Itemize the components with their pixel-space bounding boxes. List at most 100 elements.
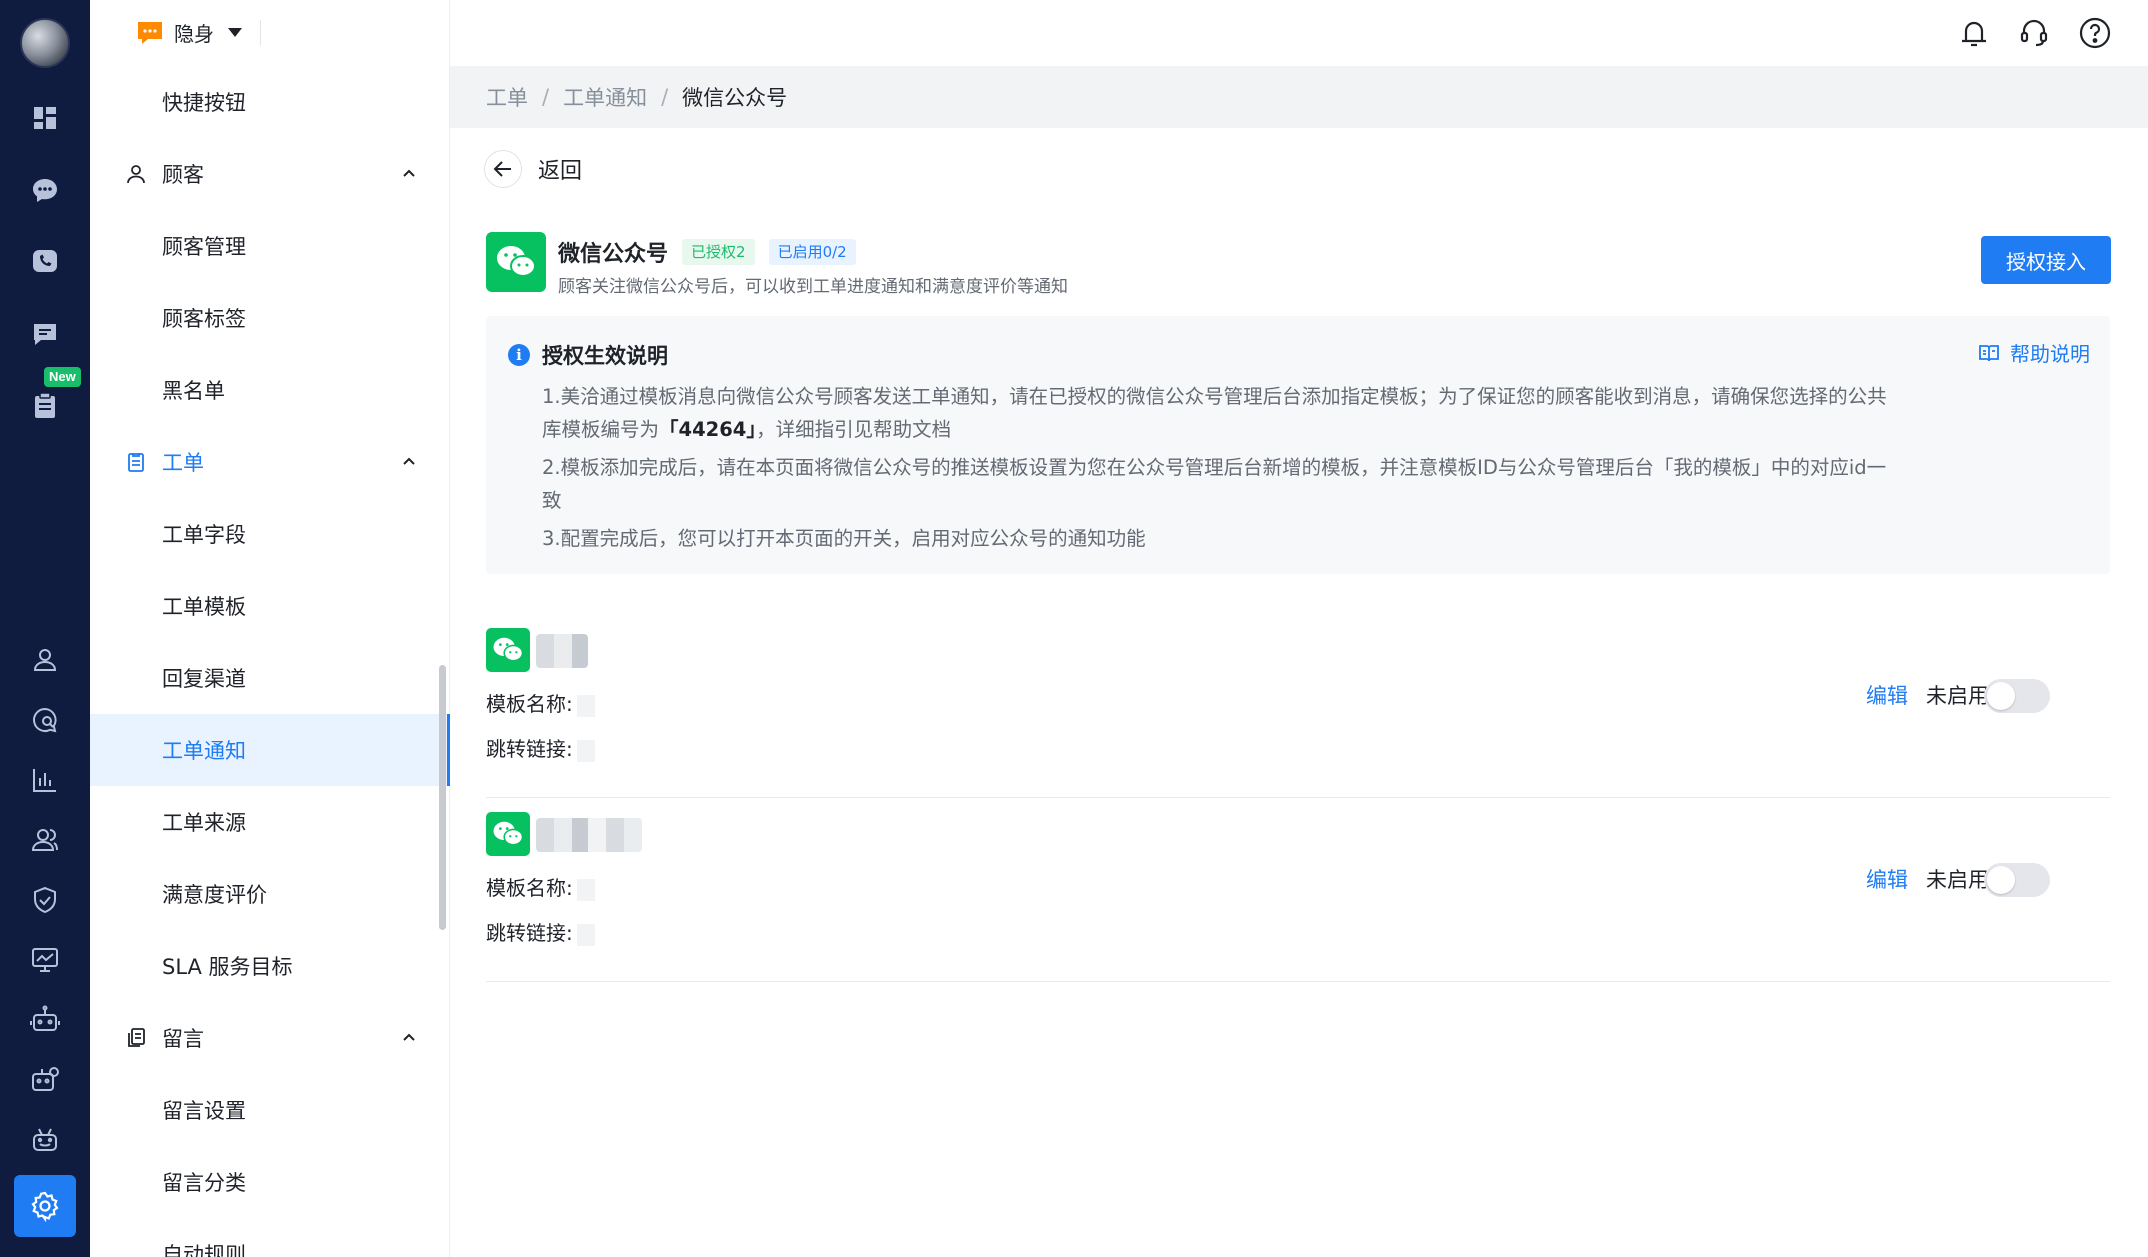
toggle-knob bbox=[1987, 682, 2015, 710]
sidebar-group-messages[interactable]: 留言 bbox=[90, 1002, 450, 1074]
robot-face-icon[interactable] bbox=[25, 1120, 65, 1160]
headset-icon[interactable] bbox=[2015, 14, 2053, 52]
edit-button[interactable]: 编辑 bbox=[1866, 680, 1908, 710]
sidebar-item-label: 满意度评价 bbox=[162, 883, 267, 907]
notice-line-3: 3.配置完成后，您可以打开本页面的开关，启用对应公众号的通知功能 bbox=[542, 527, 1146, 550]
app-description: 顾客关注微信公众号后，可以收到工单进度通知和满意度评价等通知 bbox=[558, 277, 1068, 297]
chevron-up-icon bbox=[403, 457, 415, 465]
back-label: 返回 bbox=[538, 159, 583, 184]
dashboard-icon[interactable] bbox=[25, 98, 65, 138]
top-bar bbox=[450, 0, 2148, 66]
info-icon: i bbox=[508, 344, 530, 366]
breadcrumb-separator: / bbox=[542, 85, 550, 109]
sidebar-item-label: 留言分类 bbox=[162, 1171, 246, 1195]
robot-icon[interactable] bbox=[25, 1000, 65, 1040]
template-name-label: 模板名称: bbox=[486, 876, 573, 900]
help-link[interactable]: 帮助说明 bbox=[1978, 338, 2090, 367]
sidebar-item-customer-management[interactable]: 顾客管理 bbox=[90, 210, 450, 282]
authorize-button[interactable]: 授权接入 bbox=[1981, 236, 2111, 284]
breadcrumb-item-current: 微信公众号 bbox=[682, 86, 788, 110]
sidebar-header: 隐身 bbox=[90, 0, 450, 66]
sidebar-item-message-settings[interactable]: 留言设置 bbox=[90, 1074, 450, 1146]
breadcrumb-item-ticket[interactable]: 工单 bbox=[486, 82, 528, 112]
settings-button[interactable] bbox=[14, 1175, 76, 1237]
sidebar-scrollbar[interactable] bbox=[439, 665, 446, 930]
bell-icon[interactable] bbox=[1955, 14, 1993, 52]
chart-icon[interactable] bbox=[25, 760, 65, 800]
sidebar-item-blacklist[interactable]: 黑名单 bbox=[90, 354, 450, 426]
sidebar-item-reply-channels[interactable]: 回复渠道 bbox=[90, 642, 450, 714]
monitor-icon[interactable] bbox=[25, 940, 65, 980]
sidebar-item-ticket-notifications[interactable]: 工单通知 bbox=[90, 714, 450, 786]
sidebar-item-label: 工单来源 bbox=[162, 811, 246, 835]
sidebar-item-label: 工单 bbox=[162, 451, 204, 475]
book-icon bbox=[1979, 344, 1999, 361]
copy-icon bbox=[128, 1028, 145, 1047]
enable-toggle[interactable] bbox=[1984, 679, 2050, 713]
app-title: 微信公众号 已授权2 已启用0/2 bbox=[558, 236, 856, 268]
notice-title: 授权生效说明 bbox=[542, 344, 668, 368]
breadcrumb-item-ticket-notifications[interactable]: 工单通知 bbox=[563, 82, 647, 112]
sidebar-item-label: 留言 bbox=[162, 1027, 204, 1051]
phone-icon[interactable] bbox=[25, 242, 65, 282]
sidebar-item-ticket-sources[interactable]: 工单来源 bbox=[90, 786, 450, 858]
toggle-knob bbox=[1987, 866, 2015, 894]
sidebar-item-label: 回复渠道 bbox=[162, 667, 246, 691]
link-row: 跳转链接: bbox=[486, 917, 595, 946]
link-row: 跳转链接: bbox=[486, 733, 595, 762]
wechat-icon bbox=[486, 812, 530, 856]
sidebar-item-auto-rules[interactable]: 自动规则 bbox=[90, 1218, 450, 1257]
breadcrumb-separator: / bbox=[661, 85, 669, 109]
chevron-up-icon bbox=[403, 169, 415, 177]
sidebar-item-label: 顾客 bbox=[162, 163, 204, 187]
sidebar-item-label: 顾客标签 bbox=[162, 307, 246, 331]
chat-icon[interactable] bbox=[25, 170, 65, 210]
help-link-label: 帮助说明 bbox=[2010, 342, 2090, 366]
sidebar-item-message-categories[interactable]: 留言分类 bbox=[90, 1146, 450, 1218]
account-name-redacted bbox=[536, 634, 588, 668]
sidebar-item-quick-buttons[interactable]: 快捷按钮 bbox=[90, 66, 450, 138]
status-dropdown[interactable]: 隐身 bbox=[136, 18, 242, 47]
sidebar-menu: 快捷按钮 顾客 顾客管理 顾客标签 黑名单 工单 工单字段 工单模板 回复渠道 … bbox=[90, 66, 450, 1257]
link-label: 跳转链接: bbox=[486, 737, 573, 761]
new-badge: New bbox=[44, 367, 81, 387]
help-icon[interactable] bbox=[2076, 14, 2114, 52]
sidebar-item-label: 留言设置 bbox=[162, 1099, 246, 1123]
breadcrumb: 工单 / 工单通知 / 微信公众号 bbox=[450, 66, 2148, 128]
avatar[interactable] bbox=[20, 18, 70, 68]
notice-line-2: 2.模板添加完成后，请在本页面将微信公众号的推送模板设置为您在公众号管理后台新增… bbox=[542, 456, 1887, 512]
sidebar-item-ticket-fields[interactable]: 工单字段 bbox=[90, 498, 450, 570]
search-chat-icon[interactable] bbox=[25, 700, 65, 740]
shield-icon[interactable] bbox=[25, 880, 65, 920]
ticket-icon[interactable] bbox=[25, 386, 65, 426]
team-icon[interactable] bbox=[25, 820, 65, 860]
message-icon[interactable] bbox=[25, 314, 65, 354]
status-label: 未启用 bbox=[1926, 684, 1989, 708]
template-name-value bbox=[576, 694, 595, 717]
sidebar-group-ticket[interactable]: 工单 bbox=[90, 426, 450, 498]
link-label: 跳转链接: bbox=[486, 921, 573, 945]
sidebar-item-satisfaction[interactable]: 满意度评价 bbox=[90, 858, 450, 930]
sidebar-item-ticket-templates[interactable]: 工单模板 bbox=[90, 570, 450, 642]
template-name-value bbox=[576, 878, 595, 901]
status-chat-icon bbox=[138, 21, 162, 44]
sidebar-item-customer-tags[interactable]: 顾客标签 bbox=[90, 282, 450, 354]
enable-toggle[interactable] bbox=[1984, 863, 2050, 897]
robot-settings-icon[interactable] bbox=[25, 1060, 65, 1100]
sidebar-item-label: 自动规则 bbox=[162, 1243, 246, 1257]
enabled-tag: 已启用0/2 bbox=[768, 239, 856, 265]
authorization-notice: i 授权生效说明 帮助说明 1.美洽通过模板消息向微信公众号顾客发送工单通知，请… bbox=[486, 316, 2110, 574]
user-icon bbox=[127, 165, 145, 184]
edit-button[interactable]: 编辑 bbox=[1866, 864, 1908, 894]
notice-line-1: 1.美洽通过模板消息向微信公众号顾客发送工单通知，请在已授权的微信公众号管理后台… bbox=[542, 380, 1892, 446]
status-label: 未启用 bbox=[1926, 868, 1989, 892]
app-title-text: 微信公众号 bbox=[558, 242, 669, 267]
sidebar-item-sla[interactable]: SLA 服务目标 bbox=[90, 930, 450, 1002]
sidebar-item-label: 工单模板 bbox=[162, 595, 246, 619]
back-button[interactable]: 返回 bbox=[484, 150, 582, 188]
left-rail: New bbox=[0, 0, 90, 1257]
sidebar-group-customer[interactable]: 顾客 bbox=[90, 138, 450, 210]
notice-line-1-suffix: ，详细指引见帮助文档 bbox=[756, 418, 952, 441]
sidebar-item-label: 快捷按钮 bbox=[162, 91, 246, 115]
user-icon[interactable] bbox=[25, 640, 65, 680]
